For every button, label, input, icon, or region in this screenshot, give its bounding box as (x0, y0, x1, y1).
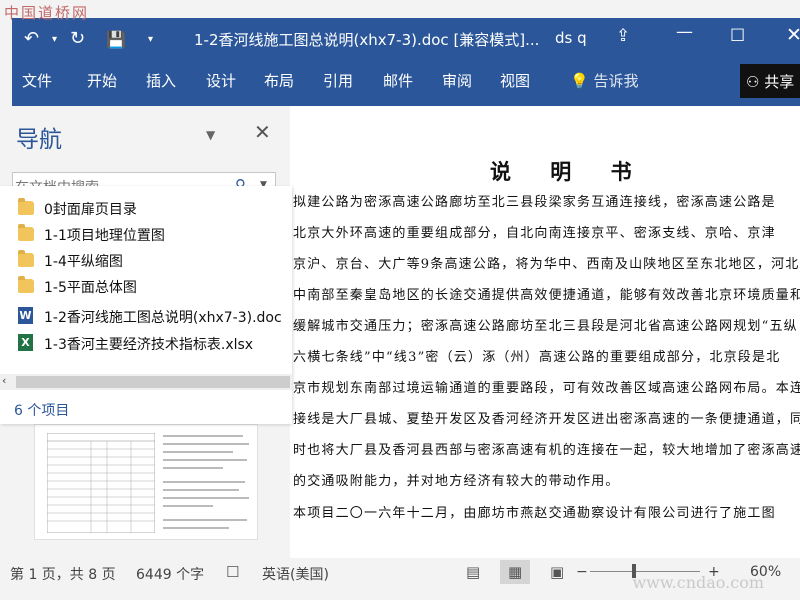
tab-home[interactable]: 开始 (87, 70, 117, 91)
chevron-down-icon[interactable]: ▼ (206, 128, 215, 142)
share-button[interactable]: ⚇ 共享 (740, 64, 800, 98)
document-line: 接线是大厂县城、夏垫开发区及香河经济开发区进出密涿高速的一条便捷通道，同 (293, 412, 800, 427)
document-line: 北京大外环高速的重要组成部分，自北向南连接京平、密涿支线、京哈、京津 (293, 226, 776, 241)
tab-insert[interactable]: 插入 (146, 70, 176, 91)
ribbon-tabs: 文件 开始 插入 设计 布局 引用 邮件 审阅 视图 💡 告诉我 ⚇ 共享 (12, 60, 800, 106)
document-line: 京沪、京台、大广等9条高速公路，将为华中、西南及山陕地区至东北地区，河北 (293, 257, 800, 272)
document-line: 六横七条线”中“线3”密（云）涿（州）高速公路的重要组成部分，北京段是北 (293, 350, 781, 365)
thumbnail-text-line (163, 467, 223, 469)
undo-dropdown-icon[interactable]: ▾ (52, 34, 57, 45)
word-doc-icon: W (18, 307, 33, 324)
tell-me-box[interactable]: 💡 告诉我 (570, 70, 638, 91)
nav-title: 导航 (16, 127, 62, 153)
tab-references[interactable]: 引用 (323, 70, 353, 91)
tab-design[interactable]: 设计 (206, 70, 236, 91)
document-page[interactable]: 说 明 书 拟建公路为密涿高速公路廊坊至北三县段梁家务互通连接线，密涿高速公路是… (290, 106, 800, 558)
folder-icon (18, 198, 34, 215)
file-name: 1-1项目地理位置图 (44, 228, 165, 244)
document-line: 的交通吸附能力，并对地方经济有较大的带动作用。 (293, 474, 620, 489)
customize-toolbar-icon[interactable]: ▾ (148, 34, 153, 45)
file-list-popup: 0封面扉页目录 1-1项目地理位置图 1-4平纵缩图 1-5平面总体图 W 1-… (0, 186, 292, 424)
thumbnail-text-line (163, 451, 233, 453)
thumbnail-text-line (163, 505, 213, 507)
window-title: 1-2香河线施工图总说明(xhx7-3).doc [兼容模式]... (194, 31, 540, 49)
thumbnail-text-line (163, 443, 249, 445)
read-mode-icon[interactable]: ▤ (466, 563, 480, 581)
thumbnail-text-line (163, 527, 229, 529)
language[interactable]: 英语(美国) (262, 564, 329, 584)
thumbnail-text-line (163, 459, 247, 461)
save-icon[interactable]: 💾 (106, 30, 126, 49)
excel-icon: X (18, 334, 33, 351)
document-line: 京市规划东南部过境运输通道的重要路段，可有效改善区域高速公路网布局。本连 (293, 381, 800, 396)
redo-icon[interactable]: ↻ (70, 28, 85, 49)
horizontal-scrollbar[interactable]: ‹ (0, 374, 292, 390)
document-line: 缓解城市交通压力；密涿高速公路廊坊至北三县段是河北省高速公路网规划“五纵 (293, 319, 798, 334)
scrollbar-thumb[interactable] (16, 376, 290, 388)
file-name: 0封面扉页目录 (44, 202, 137, 218)
document-line: 中南部至秦皇岛地区的长途交通提供高效便捷通道，能够有效改善北京环境质量和 (293, 288, 800, 303)
watermark-bottom: www.cndao.com (632, 573, 764, 592)
proofing-icon[interactable]: ☐ (226, 563, 239, 581)
document-line: 本项目二〇一六年十二月，由廊坊市燕赵交通勘察设计有限公司进行了施工图 (293, 506, 776, 521)
thumbnail-text-line (163, 519, 247, 521)
undo-icon[interactable]: ↶ (24, 28, 39, 49)
folder-icon (18, 276, 34, 293)
file-name: 1-2香河线施工图总说明(xhx7-3).doc (44, 310, 282, 326)
item-count: 6 个项目 (14, 403, 70, 419)
thumbnail-text-line (163, 489, 239, 491)
file-name: 1-5平面总体图 (44, 280, 137, 296)
minimize-button[interactable]: — (676, 22, 693, 42)
web-layout-icon[interactable]: ▣ (550, 563, 564, 581)
file-name: 1-3香河主要经济技术指标表.xlsx (44, 337, 254, 353)
document-line: 时也将大厂县及香河县西部与密涿高速有机的连接在一起，较大地增加了密涿高速 (293, 443, 800, 458)
page-thumbnail[interactable] (34, 424, 258, 540)
page-count[interactable]: 第 1 页，共 8 页 (10, 564, 116, 584)
scroll-left-icon[interactable]: ‹ (2, 374, 6, 387)
word-window: 中国道桥网 ↶ ▾ ↻ 💾 ▾ 1-2香河线施工图总说明(xhx7-3).doc… (0, 0, 800, 600)
thumbnail-text-line (163, 481, 245, 483)
thumbnail-table-graphic (47, 433, 155, 533)
nav-close-button[interactable]: ✕ (254, 120, 271, 144)
word-count[interactable]: 6449 个字 (136, 564, 204, 584)
ribbon-display-icon[interactable]: ⇪ (616, 26, 630, 46)
tab-file[interactable]: 文件 (22, 70, 52, 91)
zoom-slider[interactable] (590, 571, 700, 572)
document-heading: 说 明 书 (490, 159, 648, 184)
tab-review[interactable]: 审阅 (442, 70, 472, 91)
watermark-top: 中国道桥网 (4, 4, 90, 22)
title-bar: ↶ ▾ ↻ 💾 ▾ 1-2香河线施工图总说明(xhx7-3).doc [兼容模式… (12, 18, 800, 60)
thumbnail-text-line (163, 435, 243, 437)
close-button[interactable]: ✕ (786, 24, 800, 46)
print-layout-icon[interactable]: ▦ (508, 563, 522, 581)
folder-icon (18, 250, 34, 267)
tab-view[interactable]: 视图 (500, 70, 530, 91)
maximize-button[interactable]: ☐ (730, 26, 745, 46)
document-line: 拟建公路为密涿高速公路廊坊至北三县段梁家务互通连接线，密涿高速公路是 (293, 195, 776, 210)
user-name[interactable]: ds q (555, 29, 587, 47)
tab-layout[interactable]: 布局 (264, 70, 294, 91)
file-name: 1-4平纵缩图 (44, 254, 123, 270)
tab-mailings[interactable]: 邮件 (383, 70, 413, 91)
zoom-out-button[interactable]: − (576, 564, 588, 580)
folder-icon (18, 224, 34, 241)
thumbnail-text-line (163, 497, 249, 499)
